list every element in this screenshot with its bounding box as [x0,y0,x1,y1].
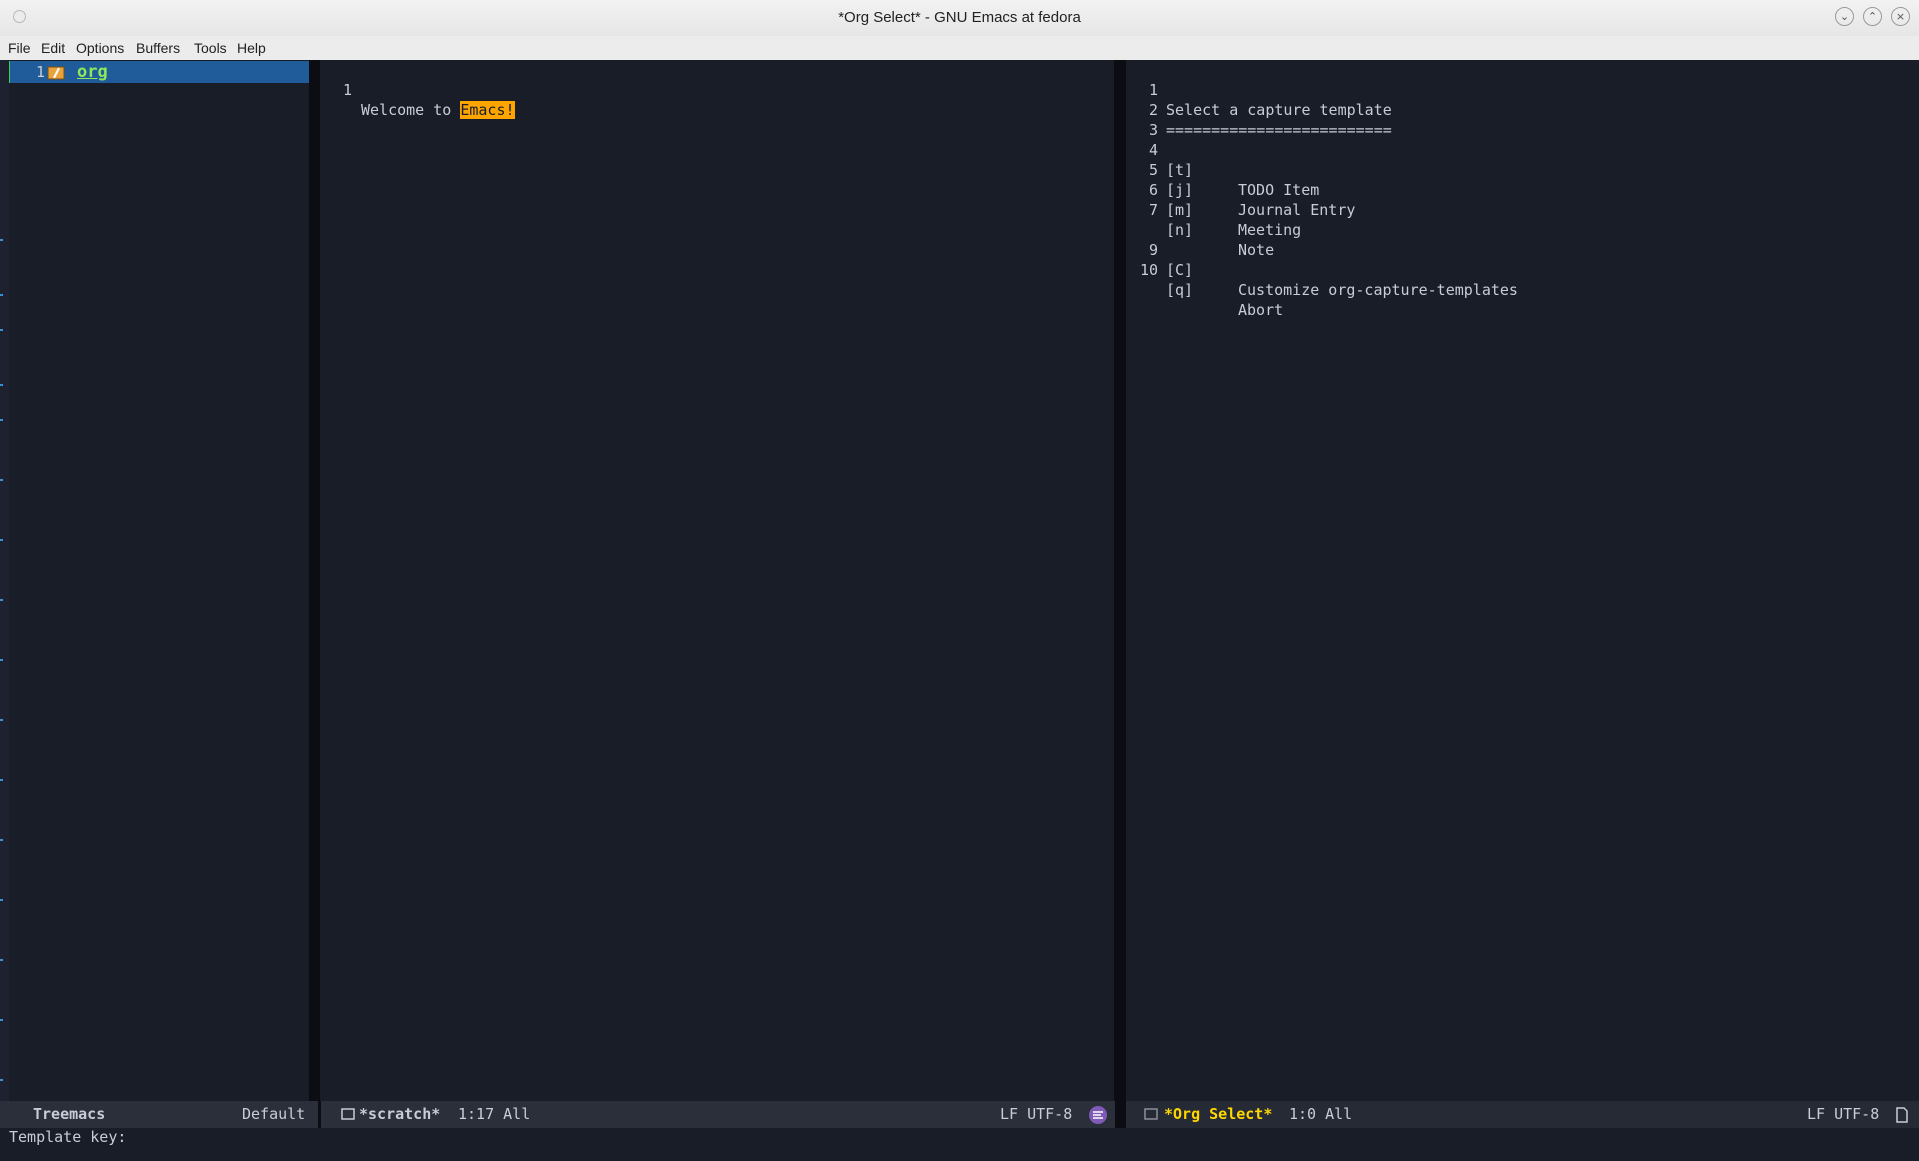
file-icon [1896,1107,1908,1123]
template-key: [q] [1166,281,1194,299]
template-label: Abort [1238,301,1284,319]
template-option-customize[interactable]: 9 [C] Customize org-capture-templates [1126,220,1919,299]
welcome-text: Welcome to [361,101,461,119]
template-option-journal[interactable]: 5 [j] Journal Entry [1126,140,1919,219]
menu-help[interactable]: Help [237,36,266,60]
template-option-todo[interactable]: 4 [t] TODO Item [1126,120,1919,199]
modeline-position: 1:17 All [458,1105,531,1123]
menubar: File Edit Options Buffers Tools Help [0,36,1919,61]
scratch-modeline: *scratch* 1:17 All LF UTF-8 [321,1101,1115,1128]
emacs-logo-icon [1089,1106,1107,1124]
org-line: 1 Select a capture template [1126,60,1919,119]
cursor-indicator [9,61,10,83]
org-line: 3 [1126,100,1919,139]
menu-file[interactable]: File [8,36,31,60]
menu-tools[interactable]: Tools [194,36,227,60]
scratch-text: Welcome to Emacs! [361,100,515,120]
minibuffer-prompt: Template key: [9,1128,127,1146]
menu-buffers[interactable]: Buffers [136,36,180,60]
window-divider[interactable] [1114,60,1126,1101]
template-option-abort[interactable]: 10 [q] Abort [1126,240,1919,319]
left-fringe [0,60,9,1101]
template-label: Customize org-capture-templates [1238,281,1518,299]
modeline-separator [1115,1101,1126,1128]
template-option-note[interactable]: 7 [n] Note [1126,180,1919,259]
close-icon[interactable]: × [1891,7,1910,26]
modeline-encoding: LF UTF-8 [1000,1105,1073,1123]
treemacs-modeline: Treemacs Default [0,1101,318,1128]
treemacs-project-row[interactable]: 1 org [9,61,309,83]
org-line: 8 --------------------------------------… [1126,200,1919,220]
template-option-meeting[interactable]: 6 [m] Meeting [1126,160,1919,239]
org-line: 2 ========================= [1126,80,1919,139]
org-select-pane[interactable]: 1 Select a capture template 2 ==========… [1126,60,1919,1101]
minimize-icon[interactable]: ⌄ [1835,7,1854,26]
modeline-buffer-name: *scratch* [359,1105,441,1123]
treemacs-project-label[interactable]: org [77,61,108,83]
window-titlebar: *Org Select* - GNU Emacs at fedora ⌄ ⌃ × [0,0,1919,37]
line-number: 1 [35,63,45,81]
window-divider[interactable] [309,60,320,1101]
treemacs-pane[interactable]: 1 org [9,60,309,1101]
modeline-encoding: LF UTF-8 [1807,1105,1880,1123]
folder-icon [47,66,65,80]
line-number: 10 [1139,261,1158,279]
menu-options[interactable]: Options [76,36,124,60]
modeline-workspace: Default [242,1105,306,1123]
buffer-icon [341,1108,355,1120]
line-number: 1 [342,81,352,99]
menu-edit[interactable]: Edit [41,36,65,60]
buffer-icon [1144,1108,1158,1120]
maximize-icon[interactable]: ⌃ [1863,7,1882,26]
fringe-ticks [0,239,3,1081]
modeline-buffer-name: *Org Select* [1164,1105,1273,1123]
minibuffer[interactable]: Template key: [0,1128,1919,1147]
modeline-position: 1:0 All [1289,1105,1353,1123]
org-select-modeline: *Org Select* 1:0 All LF UTF-8 [1126,1101,1919,1128]
emacs-highlight: Emacs! [460,101,515,119]
template-key: [C] [1166,261,1194,279]
scratch-pane[interactable]: 1 Welcome to Emacs! [320,60,1114,1101]
scratch-line-1: 1 Welcome to Emacs! [320,60,1114,119]
window-title: *Org Select* - GNU Emacs at fedora [838,9,1081,26]
modeline-buffer-name: Treemacs [33,1105,106,1123]
